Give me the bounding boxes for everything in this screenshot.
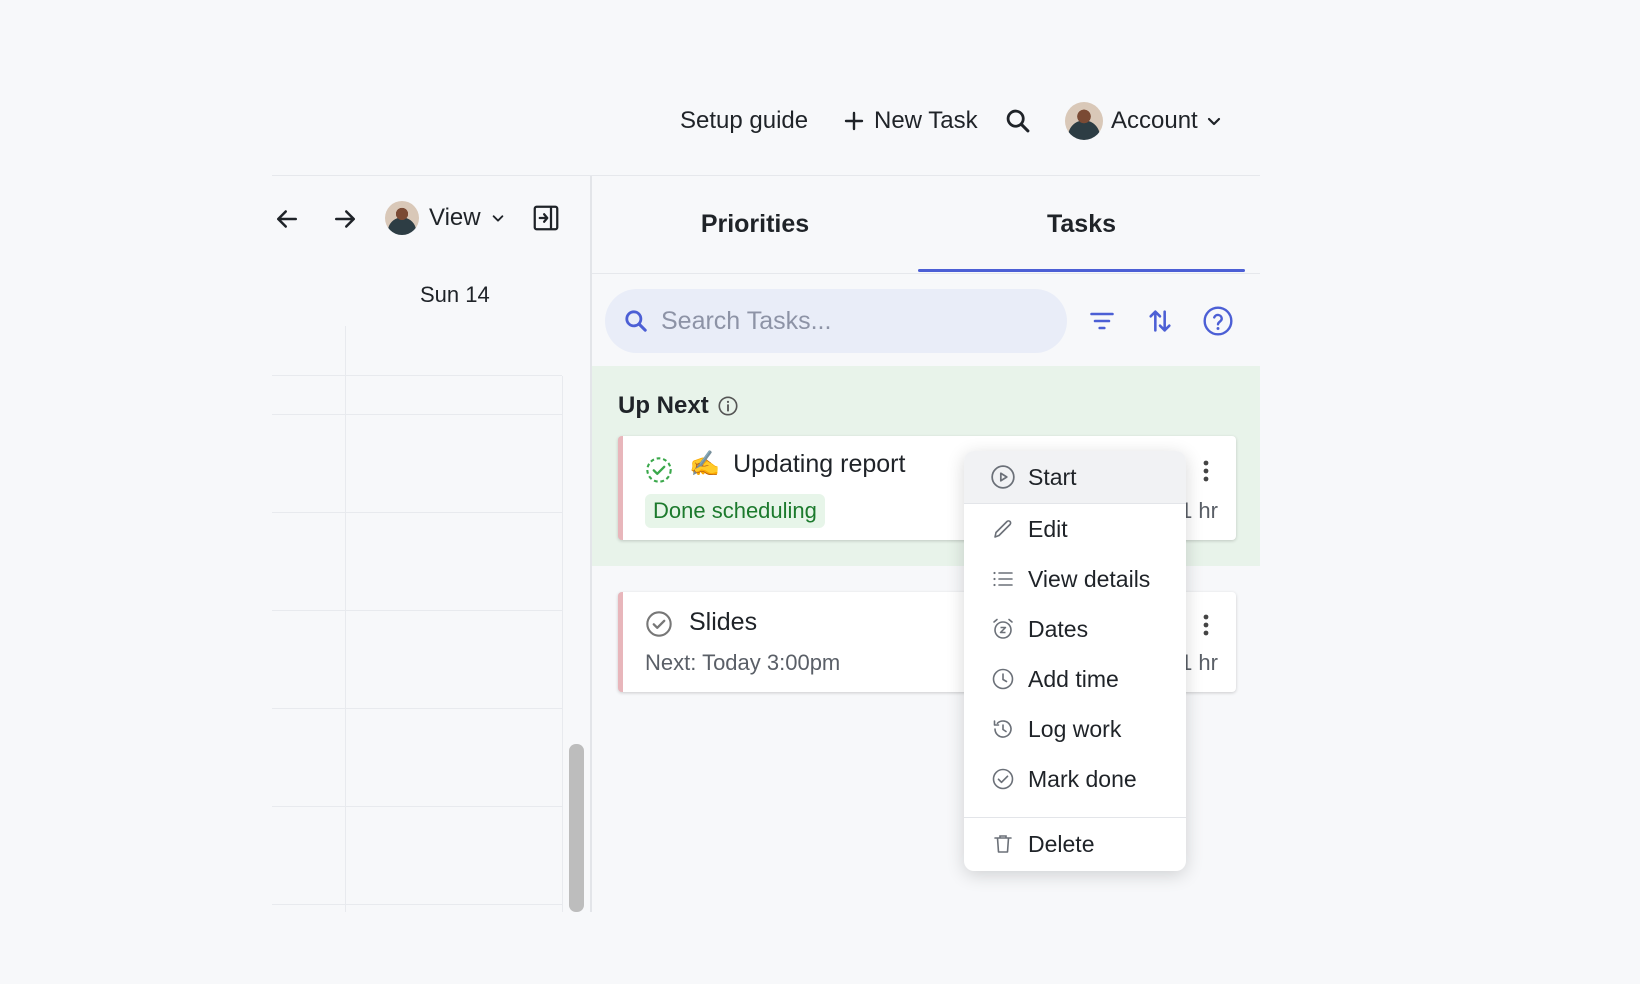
account-menu[interactable]: Account xyxy=(1065,90,1222,152)
up-next-title: Up Next xyxy=(618,392,709,419)
clock-icon xyxy=(990,666,1016,692)
search-input[interactable] xyxy=(661,306,1041,336)
menu-item-delete[interactable]: Delete xyxy=(964,818,1186,870)
grid-line xyxy=(272,610,562,611)
play-circle-icon xyxy=(990,464,1016,490)
filter-icon xyxy=(1090,312,1114,330)
menu-item-label: Start xyxy=(1028,463,1077,490)
menu-item-log-work[interactable]: Log work xyxy=(964,704,1186,754)
task-title: Updating report xyxy=(733,450,906,478)
view-label: View xyxy=(429,204,481,231)
menu-item-label: View details xyxy=(1028,565,1151,592)
menu-item-label: Add time xyxy=(1028,665,1119,692)
sort-button[interactable] xyxy=(1142,303,1178,339)
alarm-clock-icon xyxy=(990,616,1016,642)
previous-arrow-button[interactable] xyxy=(272,204,302,234)
grid-line xyxy=(272,708,562,709)
status-badge: Done scheduling xyxy=(645,494,825,528)
check-circle-icon[interactable] xyxy=(645,610,673,638)
new-task-label: New Task xyxy=(874,107,978,134)
setup-guide-link[interactable]: Setup guide xyxy=(680,90,808,152)
tab-priorities-label: Priorities xyxy=(700,209,810,238)
sort-icon xyxy=(1149,310,1171,332)
task-emoji: ✍️ xyxy=(689,450,721,478)
menu-item-start[interactable]: Start xyxy=(964,451,1186,503)
trash-icon xyxy=(990,831,1016,857)
menu-item-label: Edit xyxy=(1028,515,1068,542)
menu-item-view-details[interactable]: View details xyxy=(964,554,1186,604)
task-title-row: ✍️ Updating report xyxy=(689,450,905,479)
tabs-divider xyxy=(592,273,1260,274)
filter-button[interactable] xyxy=(1084,303,1120,339)
more-options-icon[interactable] xyxy=(1200,612,1212,638)
info-icon[interactable] xyxy=(717,395,739,417)
grid-line xyxy=(272,806,562,807)
tab-tasks-label: Tasks xyxy=(1046,209,1117,238)
day-header: Sun 14 xyxy=(420,282,490,307)
search-button[interactable] xyxy=(1004,90,1032,152)
plus-icon xyxy=(842,109,866,133)
avatar xyxy=(385,201,419,235)
task-context-menu: Start Edit View details Dates Add time L… xyxy=(964,451,1186,871)
next-arrow-button[interactable] xyxy=(330,204,360,234)
chevron-down-icon xyxy=(491,211,505,225)
tab-priorities[interactable]: Priorities xyxy=(592,176,918,272)
task-next-time: Next: Today 3:00pm xyxy=(645,650,841,675)
avatar xyxy=(1065,102,1103,140)
grid-line xyxy=(272,512,562,513)
list-icon xyxy=(990,566,1016,592)
grid-edge xyxy=(562,376,563,912)
task-title: Slides xyxy=(689,608,758,636)
menu-item-dates[interactable]: Dates xyxy=(964,604,1186,654)
search-icon xyxy=(623,308,649,334)
help-icon xyxy=(1203,306,1233,336)
chevron-down-icon xyxy=(1206,113,1222,129)
scrollbar-thumb[interactable] xyxy=(569,744,584,912)
help-button[interactable] xyxy=(1200,303,1236,339)
menu-item-mark-done[interactable]: Mark done xyxy=(964,754,1186,804)
up-next-heading: Up Next xyxy=(618,392,739,420)
grid-line xyxy=(272,375,562,376)
arrow-right-icon xyxy=(335,210,355,228)
search-icon xyxy=(1004,107,1032,135)
collapse-panel-button[interactable] xyxy=(531,203,561,233)
account-label: Account xyxy=(1111,107,1198,134)
panel-expand-icon xyxy=(533,205,559,231)
pencil-icon xyxy=(990,516,1016,542)
menu-item-label: Mark done xyxy=(1028,765,1137,792)
check-circle-dashed-icon[interactable] xyxy=(645,456,673,484)
grid-line xyxy=(272,414,562,415)
menu-item-label: Log work xyxy=(1028,715,1122,742)
top-bar: Setup guide New Task Account xyxy=(270,90,1260,152)
active-tab-indicator xyxy=(918,269,1245,272)
view-dropdown[interactable]: View xyxy=(385,200,505,236)
more-options-icon[interactable] xyxy=(1200,458,1212,484)
setup-guide-label: Setup guide xyxy=(680,107,809,134)
check-circle-icon xyxy=(990,766,1016,792)
grid-line xyxy=(272,904,562,905)
search-bar[interactable] xyxy=(605,289,1067,353)
calendar-panel: View Sun 14 xyxy=(272,176,590,912)
menu-item-edit[interactable]: Edit xyxy=(964,504,1186,554)
new-task-button[interactable]: New Task xyxy=(842,90,978,152)
arrow-left-icon xyxy=(277,210,297,228)
tab-tasks[interactable]: Tasks xyxy=(918,176,1245,272)
menu-item-add-time[interactable]: Add time xyxy=(964,654,1186,704)
menu-item-label: Delete xyxy=(1028,830,1095,857)
history-icon xyxy=(990,716,1016,742)
menu-item-label: Dates xyxy=(1028,615,1089,642)
